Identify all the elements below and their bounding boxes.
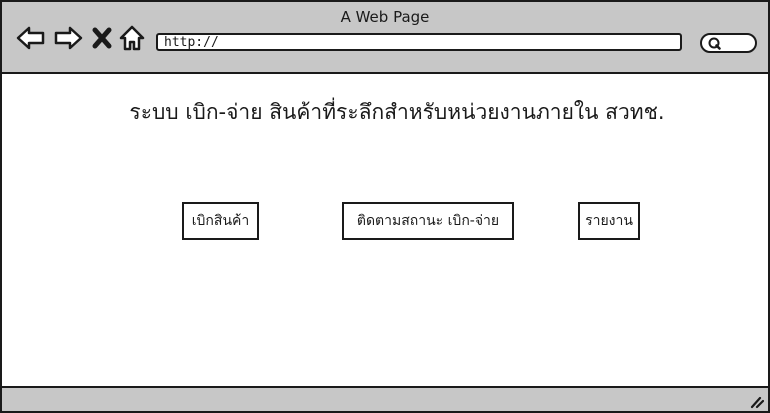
search-input[interactable] [700, 33, 757, 53]
resize-grip-icon[interactable] [748, 393, 764, 409]
close-icon[interactable] [90, 24, 114, 52]
forward-arrow-icon[interactable] [53, 24, 83, 52]
browser-window: A Web Page ระบบ เบิก-จ่าย สินค้าที่ระลึก… [0, 0, 770, 413]
browser-toolbar: A Web Page [2, 2, 768, 74]
status-bar [2, 386, 768, 411]
withdraw-button[interactable]: เบิกสินค้า [182, 202, 259, 240]
page-content: ระบบ เบิก-จ่าย สินค้าที่ระลึกสำหรับหน่วย… [2, 74, 768, 386]
track-status-button[interactable]: ติดตามสถานะ เบิก-จ่าย [342, 202, 514, 240]
report-button[interactable]: รายงาน [578, 202, 640, 240]
window-title: A Web Page [340, 8, 430, 26]
home-icon[interactable] [118, 24, 146, 52]
back-arrow-icon[interactable] [16, 24, 46, 52]
search-icon [707, 37, 721, 50]
page-title: ระบบ เบิก-จ่าย สินค้าที่ระลึกสำหรับหน่วย… [129, 100, 665, 124]
address-bar[interactable] [156, 33, 682, 51]
